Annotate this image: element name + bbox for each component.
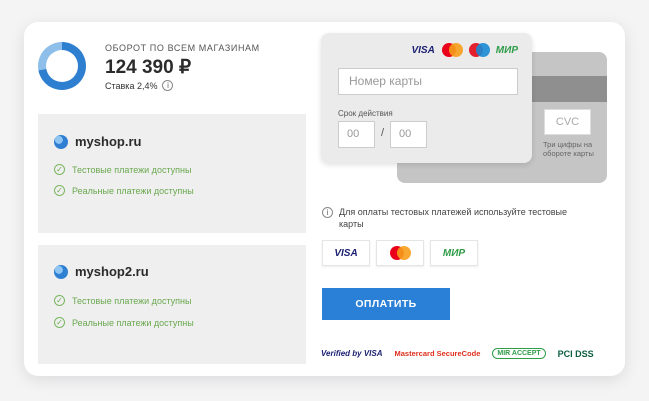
expiry-year-input[interactable]: 00: [390, 121, 427, 148]
check-circle-icon: ✓: [54, 317, 65, 328]
maestro-icon: [468, 43, 490, 57]
check-circle-icon: ✓: [54, 295, 65, 306]
test-card-mastercard[interactable]: [376, 240, 424, 266]
mastercard-icon: [390, 246, 411, 260]
pay-button[interactable]: ОПЛАТИТЬ: [322, 288, 450, 320]
turnover-amount: 124 390 ₽: [105, 57, 192, 78]
shop-card[interactable]: myshop2.ru ✓ Тестовые платежи доступны ✓…: [38, 245, 306, 364]
test-card-selector: VISA МИР: [322, 240, 478, 266]
shop-header: myshop.ru: [54, 134, 141, 149]
info-icon: i: [322, 207, 333, 218]
check-circle-icon: ✓: [54, 185, 65, 196]
visa-logo: VISA: [334, 247, 358, 259]
note-text: Для оплаты тестовых платежей используйте…: [339, 207, 568, 229]
status-text: Реальные платежи доступны: [72, 185, 194, 196]
shop-header: myshop2.ru: [54, 264, 149, 279]
expiry-separator: /: [381, 127, 385, 139]
shop-name: myshop2.ru: [75, 264, 149, 279]
check-circle-icon: ✓: [54, 164, 65, 175]
info-icon[interactable]: i: [162, 80, 174, 91]
cvc-input[interactable]: CVC: [544, 109, 591, 135]
rate-row: Ставка 2,4% i: [105, 80, 174, 91]
shop-status-test: ✓ Тестовые платежи доступны: [54, 295, 191, 306]
shop-status-test: ✓ Тестовые платежи доступны: [54, 164, 191, 175]
expiry-month-input[interactable]: 00: [338, 121, 375, 148]
mir-logo: МИР: [442, 247, 466, 259]
test-cards-note: i Для оплаты тестовых платежей используй…: [322, 206, 592, 230]
test-card-mir[interactable]: МИР: [430, 240, 478, 266]
test-card-visa[interactable]: VISA: [322, 240, 370, 266]
shop-status-live: ✓ Реальные платежи доступны: [54, 185, 194, 196]
rate-text: Ставка 2,4%: [105, 80, 158, 91]
card-brands: VISA МИР: [411, 43, 518, 57]
shop-name: myshop.ru: [75, 134, 142, 149]
shop-status-live: ✓ Реальные платежи доступны: [54, 317, 194, 328]
card-number-input[interactable]: Номер карты: [338, 68, 518, 95]
mir-logo: МИР: [495, 44, 518, 56]
mastercard-securecode-badge: Mastercard SecureCode: [394, 348, 481, 358]
status-text: Тестовые платежи доступны: [72, 164, 192, 175]
cvc-hint: Три цифры на обороте карты: [543, 140, 594, 158]
card-front: VISA МИР Номер карты Срок действия 00 / …: [321, 33, 532, 163]
mir-accept-badge: MIR ACCEPT: [492, 348, 546, 359]
turnover-label: ОБОРОТ ПО ВСЕМ МАГАЗИНАМ: [105, 43, 260, 53]
shop-card[interactable]: myshop.ru ✓ Тестовые платежи доступны ✓ …: [38, 114, 306, 233]
security-badges: Verified by VISA Mastercard SecureCode M…: [321, 348, 594, 359]
pci-dss-badge: PCI DSS: [557, 348, 594, 359]
expiry-label: Срок действия: [338, 109, 393, 118]
globe-icon: [54, 264, 68, 279]
globe-icon: [54, 134, 68, 149]
verified-by-visa-badge: Verified by VISA: [321, 348, 383, 358]
status-text: Реальные платежи доступны: [72, 317, 194, 328]
magnetic-stripe: [523, 76, 607, 102]
mastercard-icon: [441, 43, 463, 57]
status-text: Тестовые платежи доступны: [72, 295, 192, 306]
visa-logo: VISA: [411, 44, 435, 56]
turnover-donut-chart: [38, 42, 86, 90]
